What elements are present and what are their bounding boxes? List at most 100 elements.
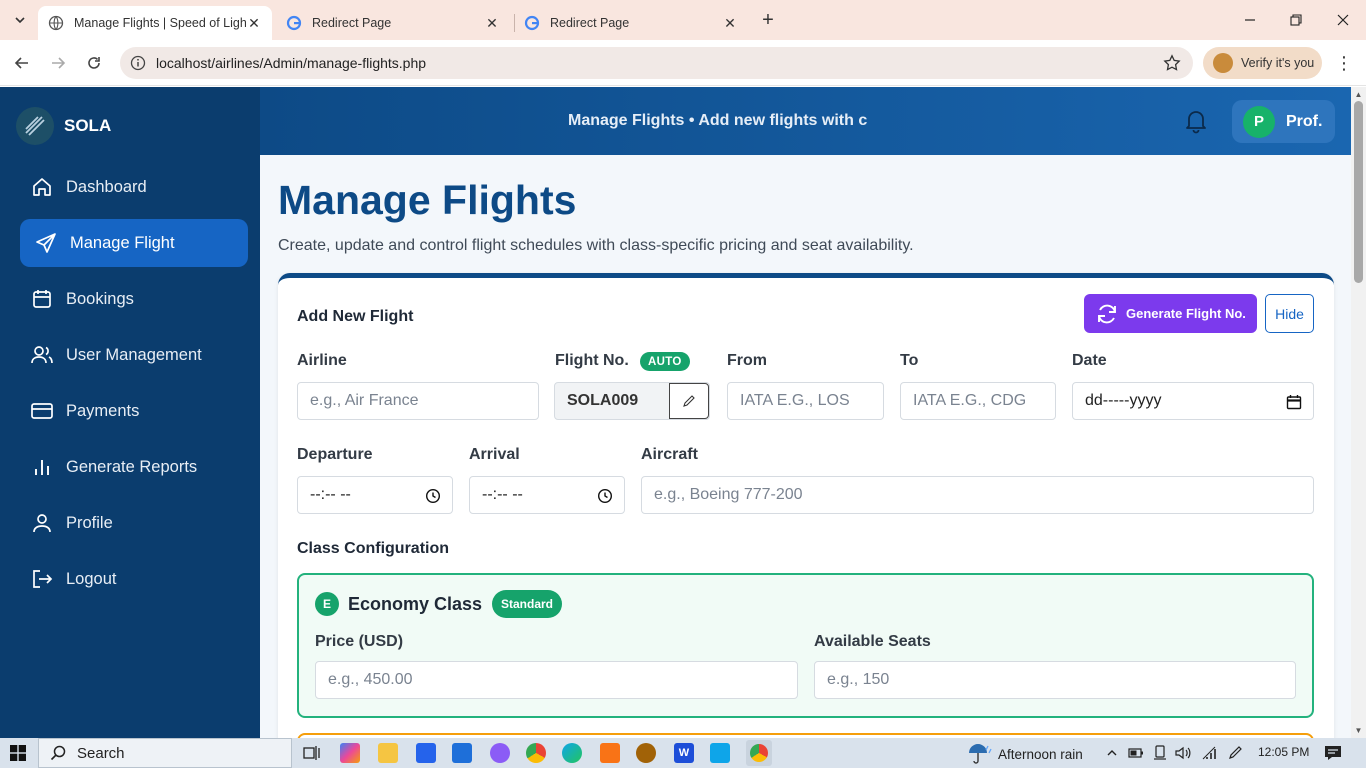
from-input[interactable]: IATA E.G., LOS — [727, 382, 884, 420]
pencil-icon[interactable] — [669, 383, 709, 419]
windows-start-icon[interactable] — [10, 745, 26, 761]
site-info-icon[interactable] — [128, 53, 148, 73]
scroll-down-icon[interactable]: ▼ — [1354, 725, 1363, 735]
back-icon[interactable] — [10, 51, 34, 75]
chevron-up-icon[interactable] — [1103, 744, 1121, 762]
price-input[interactable]: e.g., 450.00 — [315, 661, 798, 699]
store-icon[interactable] — [416, 743, 436, 763]
flight-no-field: SOLA009 — [554, 382, 710, 420]
plane-icon — [34, 231, 58, 255]
file-explorer-icon[interactable] — [378, 743, 398, 763]
sidebar-item-manage-flight[interactable]: Manage Flight — [20, 219, 248, 267]
tab-title: Redirect Page — [312, 16, 392, 30]
browser-tab-active[interactable]: Manage Flights | Speed of Light ✕ — [38, 6, 272, 40]
generate-flight-number-button[interactable]: Generate Flight No. — [1084, 294, 1257, 333]
verify-identity-chip[interactable]: Verify it's you — [1203, 47, 1322, 79]
calendar-icon[interactable] — [1285, 393, 1303, 411]
xampp-icon[interactable] — [600, 743, 620, 763]
close-tab-icon[interactable]: ✕ — [246, 15, 262, 31]
word-icon[interactable]: W — [674, 743, 694, 763]
umbrella-icon — [966, 742, 992, 767]
browser-tab[interactable]: Redirect Page ✕ — [276, 6, 510, 40]
sidebar-item-label: User Management — [66, 345, 202, 364]
avatar — [1213, 53, 1233, 73]
flight-no-value[interactable]: SOLA009 — [555, 383, 669, 419]
hide-form-button[interactable]: Hide — [1265, 294, 1314, 333]
vscode-icon[interactable] — [710, 743, 730, 763]
sidebar-item-generate-reports[interactable]: Generate Reports — [20, 443, 248, 491]
mail-icon[interactable] — [452, 743, 472, 763]
departure-input[interactable]: --:-- -- — [297, 476, 453, 514]
forward-icon[interactable] — [46, 51, 70, 75]
price-label: Price (USD) — [315, 633, 404, 650]
sidebar-item-payments[interactable]: Payments — [20, 387, 248, 435]
sidebar-item-label: Payments — [66, 401, 140, 420]
close-tab-icon[interactable]: ✕ — [484, 15, 500, 31]
add-flight-card: Add New Flight Generate Flight No. Hide … — [278, 273, 1334, 738]
browser-tab[interactable]: Redirect Page ✕ — [514, 6, 748, 40]
sidebar-item-logout[interactable]: Logout — [20, 555, 248, 603]
users-icon — [30, 343, 54, 367]
to-label: To — [900, 352, 919, 369]
close-tab-icon[interactable]: ✕ — [722, 15, 738, 31]
taskbar: Search W Afternoon rain 12:05 PM — [0, 738, 1366, 768]
aircraft-input[interactable]: e.g., Boeing 777-200 — [641, 476, 1314, 514]
airline-input[interactable]: e.g., Air France — [297, 382, 539, 420]
clock-icon[interactable] — [596, 487, 614, 505]
app-icon[interactable] — [490, 743, 510, 763]
taskbar-clock[interactable]: 12:05 PM — [1258, 745, 1309, 759]
seats-input[interactable]: e.g., 150 — [814, 661, 1296, 699]
arrival-input[interactable]: --:-- -- — [469, 476, 625, 514]
taskbar-search[interactable]: Search — [38, 738, 292, 768]
pen-icon[interactable] — [1226, 744, 1244, 762]
sidebar-item-label: Dashboard — [66, 177, 147, 196]
page-scrollbar[interactable]: ▲ ▼ — [1351, 87, 1366, 738]
bookmark-star-icon[interactable] — [1163, 54, 1181, 77]
refresh-icon — [1094, 301, 1120, 327]
tab-list-button[interactable] — [8, 8, 32, 32]
brand[interactable]: SOLA — [16, 107, 111, 145]
task-view-icon[interactable] — [302, 743, 322, 763]
sidebar-item-profile[interactable]: Profile — [20, 499, 248, 547]
sidebar-item-user-management[interactable]: User Management — [20, 331, 248, 379]
edge-icon[interactable] — [562, 743, 582, 763]
date-placeholder: dd-----yyyy — [1085, 392, 1162, 409]
economy-title: Economy Class — [348, 594, 483, 614]
reload-icon[interactable] — [82, 51, 106, 75]
clock-icon[interactable] — [424, 487, 442, 505]
speaker-icon[interactable] — [1174, 744, 1192, 762]
scroll-up-icon[interactable]: ▲ — [1354, 89, 1363, 99]
to-input[interactable]: IATA E.G., CDG — [900, 382, 1056, 420]
more-menu-icon[interactable]: ⋮ — [1334, 51, 1354, 75]
weather-widget[interactable]: Afternoon rain — [966, 742, 1083, 767]
date-input[interactable]: dd-----yyyy — [1072, 382, 1314, 420]
wifi-icon[interactable] — [1200, 744, 1218, 762]
home-icon — [30, 175, 54, 199]
chrome-active-icon[interactable] — [746, 740, 772, 766]
profile-menu-button[interactable]: P Prof. — [1232, 100, 1335, 143]
close-window-icon[interactable] — [1331, 8, 1355, 32]
url-field[interactable]: localhost/airlines/Admin/manage-flights.… — [120, 47, 1193, 79]
bell-icon[interactable] — [1182, 107, 1210, 135]
chrome-icon[interactable] — [526, 743, 546, 763]
aircraft-label: Aircraft — [641, 446, 698, 463]
arrival-label: Arrival — [469, 446, 520, 463]
sidebar-item-dashboard[interactable]: Dashboard — [20, 163, 248, 211]
copilot-icon[interactable] — [340, 743, 360, 763]
notifications-icon[interactable] — [1324, 744, 1342, 762]
search-label: Search — [77, 744, 125, 762]
card-icon — [30, 399, 54, 423]
scroll-thumb[interactable] — [1354, 101, 1363, 283]
minimize-icon[interactable] — [1238, 8, 1262, 32]
sidebar-item-bookings[interactable]: Bookings — [20, 275, 248, 323]
new-tab-button[interactable]: + — [758, 9, 778, 31]
avatar: P — [1243, 105, 1275, 138]
date-label: Date — [1072, 352, 1107, 369]
search-icon — [49, 744, 67, 762]
departure-label: Departure — [297, 446, 373, 463]
airline-label: Airline — [297, 352, 347, 369]
app-icon[interactable] — [636, 743, 656, 763]
battery-icon[interactable] — [1127, 744, 1145, 762]
device-icon[interactable] — [1151, 744, 1169, 762]
restore-icon[interactable] — [1284, 8, 1308, 32]
